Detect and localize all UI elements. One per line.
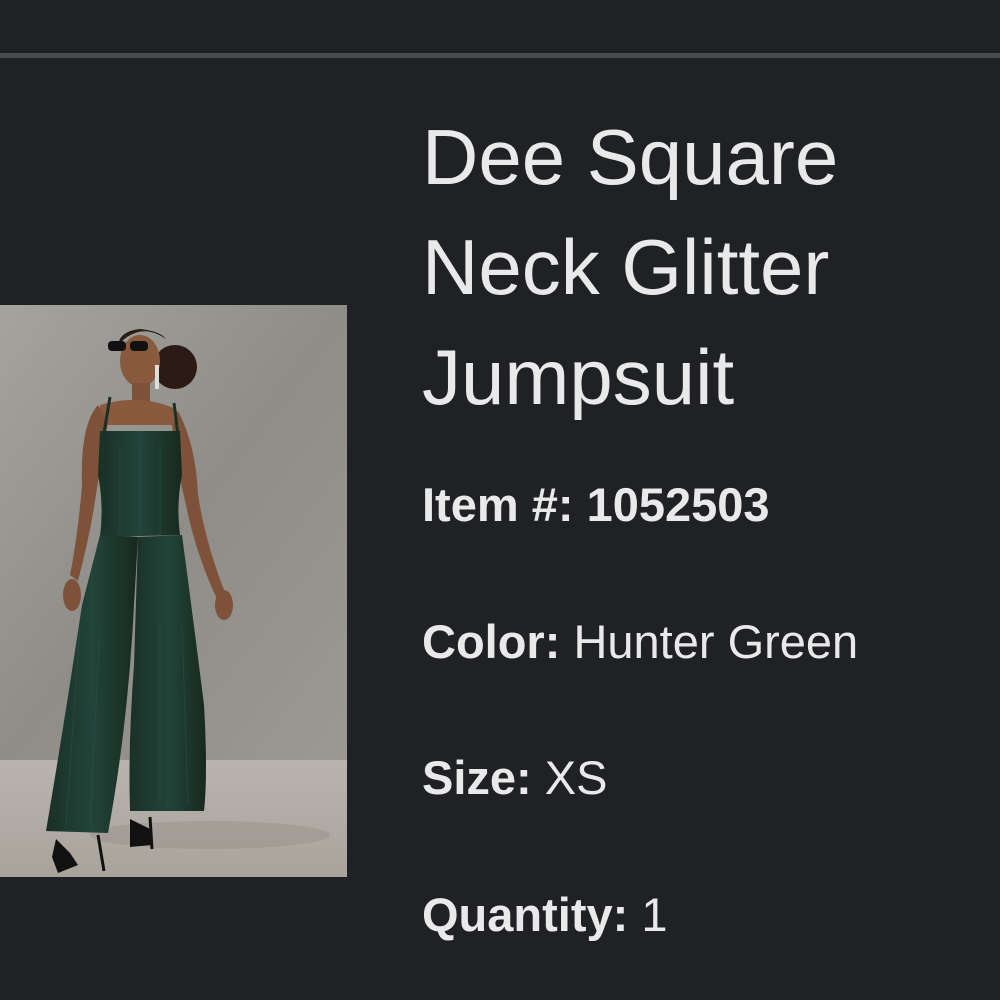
order-item-screen: Total: $79.00 bbox=[0, 0, 1000, 1000]
item-number-label: Item #: bbox=[422, 478, 574, 531]
color-value: Hunter Green bbox=[573, 615, 859, 668]
product-title[interactable]: Dee Square Neck Glitter Jumpsuit bbox=[422, 102, 992, 432]
size-value: XS bbox=[544, 751, 608, 804]
product-image[interactable] bbox=[0, 305, 347, 877]
product-image-illustration bbox=[0, 305, 347, 877]
quantity-value: 1 bbox=[641, 888, 668, 941]
item-number-value: 1052503 bbox=[586, 478, 770, 531]
quantity-row: Quantity: 1 bbox=[422, 887, 667, 943]
color-row: Color: Hunter Green bbox=[422, 614, 858, 670]
item-number-row: Item #: 1052503 bbox=[422, 477, 770, 533]
size-row: Size: XS bbox=[422, 750, 607, 806]
size-label: Size: bbox=[422, 751, 532, 804]
color-label: Color: bbox=[422, 615, 561, 668]
section-divider bbox=[0, 53, 1000, 58]
quantity-label: Quantity: bbox=[422, 888, 629, 941]
order-total: Total: $79.00 bbox=[422, 0, 685, 10]
